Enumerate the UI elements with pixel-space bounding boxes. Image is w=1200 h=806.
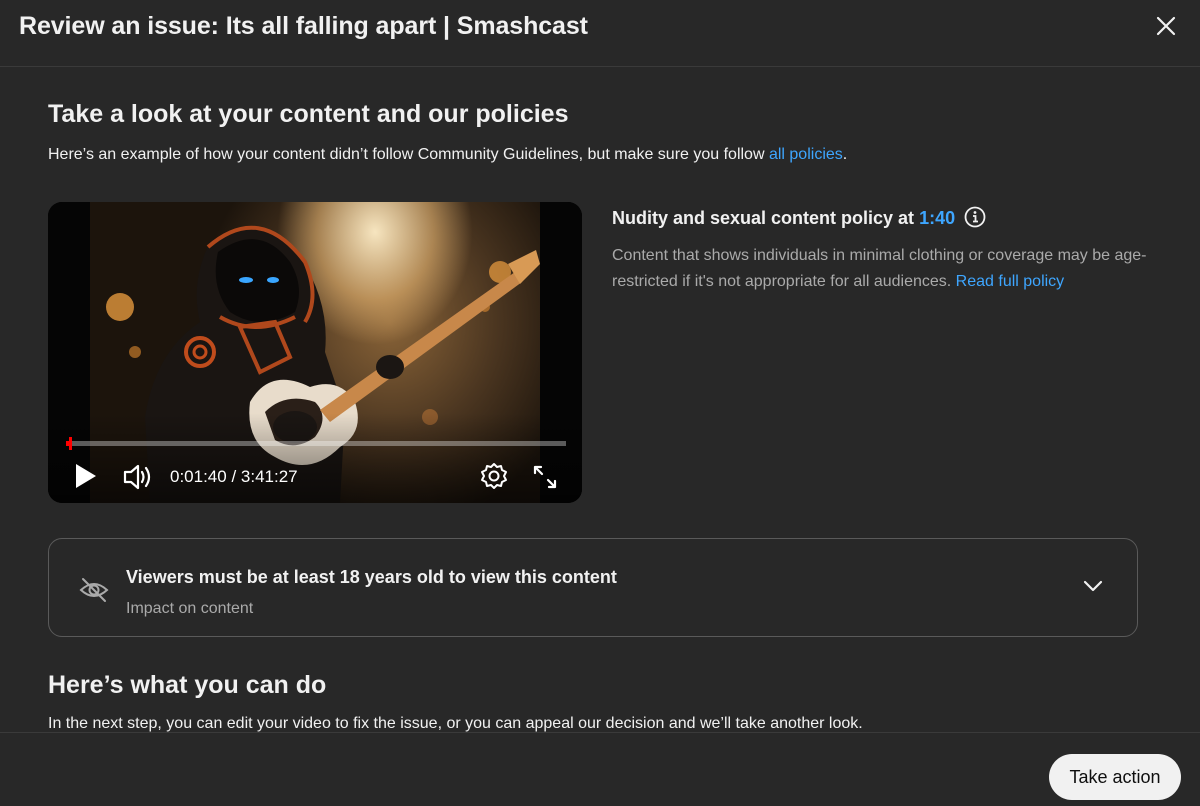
actions-section-title: Here’s what you can do <box>48 671 327 699</box>
dialog-title: Review an issue: Its all falling apart |… <box>19 12 588 40</box>
dialog-header: Review an issue: Its all falling apart |… <box>0 0 1200 67</box>
actions-section-description: In the next step, you can edit your vide… <box>48 715 863 732</box>
expand-button[interactable] <box>1083 579 1103 598</box>
take-action-button[interactable]: Take action <box>1049 754 1181 800</box>
fullscreen-icon <box>533 465 557 489</box>
play-button[interactable] <box>74 463 98 494</box>
volume-icon <box>123 464 151 490</box>
settings-icon <box>481 463 507 489</box>
info-icon <box>964 206 986 228</box>
dialog-footer: Take action <box>0 732 1200 806</box>
policy-title-text: Nudity and sexual content policy at <box>612 208 920 228</box>
time-display: 0:01:40 / 3:41:27 <box>170 467 298 486</box>
all-policies-link[interactable]: all policies <box>769 146 843 163</box>
content-section-title: Take a look at your content and our poli… <box>48 100 569 128</box>
info-button[interactable] <box>964 206 986 233</box>
impact-card[interactable]: Viewers must be at least 18 years old to… <box>48 538 1138 637</box>
progress-bar[interactable] <box>66 437 566 450</box>
volume-button[interactable] <box>123 463 153 496</box>
content-section-description: Here’s an example of how your content di… <box>48 146 847 164</box>
description-suffix: . <box>842 146 848 163</box>
progress-scrubber[interactable] <box>69 437 72 450</box>
play-icon <box>76 464 96 488</box>
policy-description-text: Content that shows individuals in minima… <box>612 247 1147 290</box>
settings-button[interactable] <box>480 462 508 495</box>
fullscreen-button[interactable] <box>532 464 558 495</box>
policy-timestamp-link[interactable]: 1:40 <box>919 208 955 228</box>
video-player[interactable]: 0:01:40 / 3:41:27 <box>48 202 582 503</box>
close-icon <box>1156 16 1176 36</box>
policy-title: Nudity and sexual content policy at 1:40 <box>612 206 986 233</box>
visibility-off-icon <box>79 578 109 602</box>
age-restricted-icon-wrap <box>79 577 109 608</box>
impact-subtitle: Impact on content <box>126 600 254 617</box>
description-prefix: Here’s an example of how your content di… <box>48 146 769 163</box>
close-button[interactable] <box>1154 14 1178 38</box>
policy-description: Content that shows individuals in minima… <box>612 243 1152 295</box>
impact-title: Viewers must be at least 18 years old to… <box>126 567 617 587</box>
chevron-down-icon <box>1083 580 1103 592</box>
read-full-policy-link[interactable]: Read full policy <box>956 273 1065 290</box>
